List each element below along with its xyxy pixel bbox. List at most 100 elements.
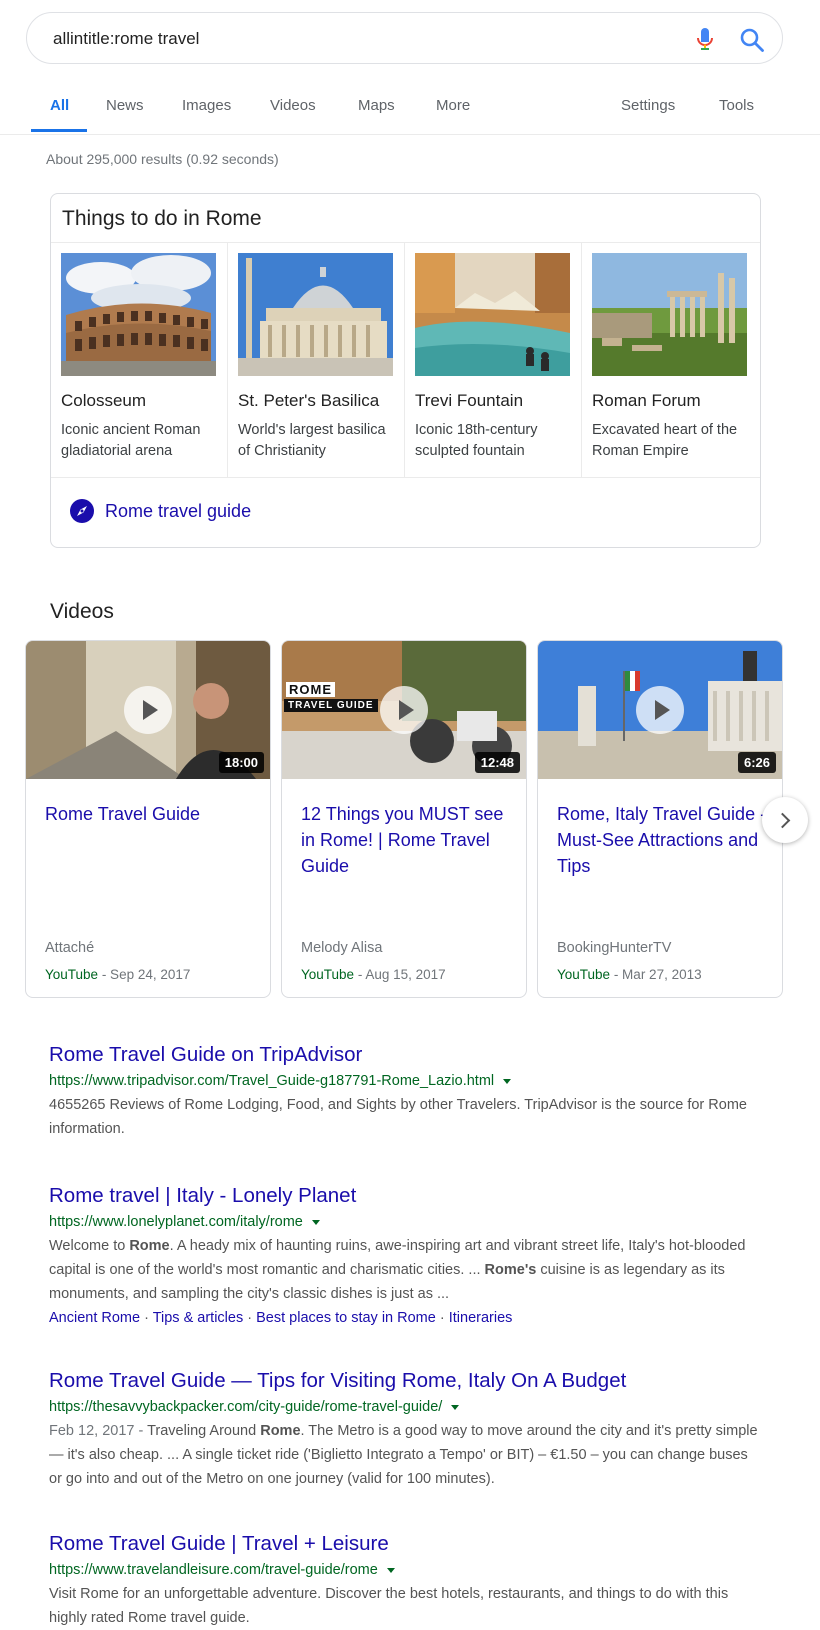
- result-title-link[interactable]: Rome Travel Guide | Travel + Leisure: [49, 1531, 389, 1557]
- tab-maps[interactable]: Maps: [358, 97, 395, 114]
- snippet-text: Traveling Around: [147, 1423, 261, 1439]
- video-platform: YouTube: [45, 967, 99, 982]
- result-title-link[interactable]: Rome Travel Guide on TripAdvisor: [49, 1042, 362, 1068]
- things-to-do-card: Things to do in Rome Colosseum Iconic an…: [50, 193, 761, 548]
- result-url-text: https://thesavvybackpacker.com/city-guid…: [49, 1399, 443, 1415]
- tab-videos[interactable]: Videos: [270, 97, 316, 114]
- attraction-name: St. Peter's Basilica: [238, 391, 380, 410]
- sitelink-ancient-rome[interactable]: Ancient Rome: [49, 1310, 140, 1326]
- result-url-text: https://www.travelandleisure.com/travel-…: [49, 1562, 378, 1578]
- tab-all[interactable]: All: [50, 97, 69, 114]
- attraction-roman-forum[interactable]: Roman Forum Excavated heart of the Roman…: [582, 243, 759, 477]
- search-input[interactable]: [51, 23, 695, 55]
- sitelink-separator: ·: [243, 1310, 257, 1326]
- rome-travel-guide-label: Rome travel guide: [105, 501, 252, 521]
- thumbnail-overlay-travel-guide: TRAVEL GUIDE: [284, 699, 378, 712]
- play-icon: [636, 686, 684, 734]
- videos-heading: Videos: [50, 600, 114, 623]
- st-peters-image: [238, 253, 393, 376]
- snippet-text: Welcome to: [49, 1238, 130, 1254]
- video-author: Attaché: [45, 940, 95, 956]
- attraction-name: Colosseum: [61, 391, 147, 410]
- result-snippet: Feb 12, 2017 - Traveling Around Rome. Th…: [49, 1419, 759, 1491]
- video-author: BookingHunterTV: [557, 940, 672, 956]
- video-source: YouTube - Sep 24, 2017: [45, 967, 190, 982]
- attraction-description: Iconic 18th-century sculpted fountain: [415, 422, 538, 459]
- sitelink-tips-articles[interactable]: Tips & articles: [153, 1310, 244, 1326]
- video-date: - Mar 27, 2013: [610, 967, 702, 982]
- video-title[interactable]: Rome Travel Guide: [45, 801, 257, 827]
- attraction-name: Trevi Fountain: [415, 391, 524, 410]
- video-thumbnail: 18:00: [26, 641, 270, 779]
- video-title[interactable]: 12 Things you MUST see in Rome! | Rome T…: [301, 801, 513, 879]
- result-url-text: https://www.lonelyplanet.com/italy/rome: [49, 1214, 303, 1230]
- roman-forum-image: [592, 253, 747, 376]
- result-options-arrow-icon[interactable]: [451, 1404, 460, 1410]
- active-tab-indicator: [31, 129, 87, 132]
- result-url: https://thesavvybackpacker.com/city-guid…: [49, 1396, 759, 1418]
- video-title[interactable]: Rome, Italy Travel Guide - Must-See Attr…: [557, 801, 769, 879]
- result-options-arrow-icon[interactable]: [386, 1567, 395, 1573]
- video-thumbnail: 6:26: [538, 641, 782, 779]
- result-title-link[interactable]: Rome travel | Italy - Lonely Planet: [49, 1183, 356, 1209]
- result-options-arrow-icon[interactable]: [311, 1219, 320, 1225]
- result-sitelinks: Ancient Rome · Tips & articles · Best pl…: [49, 1306, 759, 1330]
- result-snippet: Visit Rome for an unforgettable adventur…: [49, 1586, 729, 1626]
- trevi-fountain-image: [415, 253, 570, 376]
- tab-tools[interactable]: Tools: [719, 97, 754, 114]
- videos-next-button[interactable]: [762, 797, 808, 843]
- result-url: https://www.tripadvisor.com/Travel_Guide…: [49, 1070, 759, 1092]
- things-to-do-list: Colosseum Iconic ancient Roman gladiator…: [51, 242, 760, 478]
- video-thumbnail: ROME TRAVEL GUIDE 12:48: [282, 641, 526, 779]
- attraction-description: Excavated heart of the Roman Empire: [592, 422, 738, 459]
- attraction-colosseum[interactable]: Colosseum Iconic ancient Roman gladiator…: [51, 243, 228, 477]
- snippet-bold: Rome: [260, 1423, 301, 1439]
- attraction-description: World's largest basilica of Christianity: [238, 422, 386, 459]
- tab-news[interactable]: News: [106, 97, 144, 114]
- video-source: YouTube - Aug 15, 2017: [301, 967, 446, 982]
- thumbnail-overlay-rome: ROME: [286, 682, 335, 697]
- result-date: Feb 12, 2017 -: [49, 1423, 148, 1439]
- video-source: YouTube - Mar 27, 2013: [557, 967, 702, 982]
- result-snippet: Welcome to Rome. A heady mix of haunting…: [49, 1234, 759, 1306]
- search-result: Rome Travel Guide | Travel + Leisure htt…: [49, 1531, 759, 1630]
- snippet-bold: Rome: [129, 1238, 170, 1254]
- video-author: Melody Alisa: [301, 940, 383, 956]
- search-result: Rome Travel Guide — Tips for Visiting Ro…: [49, 1368, 759, 1491]
- video-duration: 12:48: [474, 752, 520, 773]
- attraction-st-peters[interactable]: St. Peter's Basilica World's largest bas…: [228, 243, 405, 477]
- video-duration: 6:26: [737, 752, 776, 773]
- video-date: - Sep 24, 2017: [98, 967, 191, 982]
- search-icon[interactable]: [739, 27, 765, 53]
- search-result: Rome Travel Guide on TripAdvisor https:/…: [49, 1042, 759, 1141]
- video-platform: YouTube: [557, 967, 611, 982]
- video-platform: YouTube: [301, 967, 355, 982]
- play-icon: [124, 686, 172, 734]
- result-snippet: 4655265 Reviews of Rome Lodging, Food, a…: [49, 1097, 747, 1137]
- tab-settings[interactable]: Settings: [621, 97, 675, 114]
- video-card[interactable]: 6:26 Rome, Italy Travel Guide - Must-See…: [537, 640, 783, 998]
- video-date: - Aug 15, 2017: [354, 967, 446, 982]
- result-stats: About 295,000 results (0.92 seconds): [46, 151, 279, 167]
- result-url-text: https://www.tripadvisor.com/Travel_Guide…: [49, 1073, 495, 1089]
- tab-more[interactable]: More: [436, 97, 470, 114]
- video-card[interactable]: 18:00 Rome Travel Guide Attaché YouTube …: [25, 640, 271, 998]
- sitelink-itineraries[interactable]: Itineraries: [449, 1310, 513, 1326]
- attraction-name: Roman Forum: [592, 391, 701, 410]
- tab-images[interactable]: Images: [182, 97, 231, 114]
- things-to-do-title: Things to do in Rome: [62, 207, 262, 230]
- microphone-icon[interactable]: [693, 27, 717, 51]
- video-duration: 18:00: [218, 752, 264, 773]
- result-url: https://www.travelandleisure.com/travel-…: [49, 1559, 759, 1581]
- sitelink-best-places-to-stay[interactable]: Best places to stay in Rome: [256, 1310, 436, 1326]
- video-card[interactable]: ROME TRAVEL GUIDE 12:48 12 Things you MU…: [281, 640, 527, 998]
- result-options-arrow-icon[interactable]: [503, 1078, 512, 1084]
- search-tabs: All News Images Videos Maps More Setting…: [0, 82, 820, 135]
- colosseum-image: [61, 253, 216, 376]
- result-title-link[interactable]: Rome Travel Guide — Tips for Visiting Ro…: [49, 1368, 626, 1394]
- attraction-description: Iconic ancient Roman gladiatorial arena: [61, 422, 201, 459]
- search-box[interactable]: [26, 12, 783, 64]
- sitelink-separator: ·: [140, 1310, 153, 1326]
- search-result: Rome travel | Italy - Lonely Planet http…: [49, 1183, 759, 1330]
- attraction-trevi-fountain[interactable]: Trevi Fountain Iconic 18th-century sculp…: [405, 243, 582, 477]
